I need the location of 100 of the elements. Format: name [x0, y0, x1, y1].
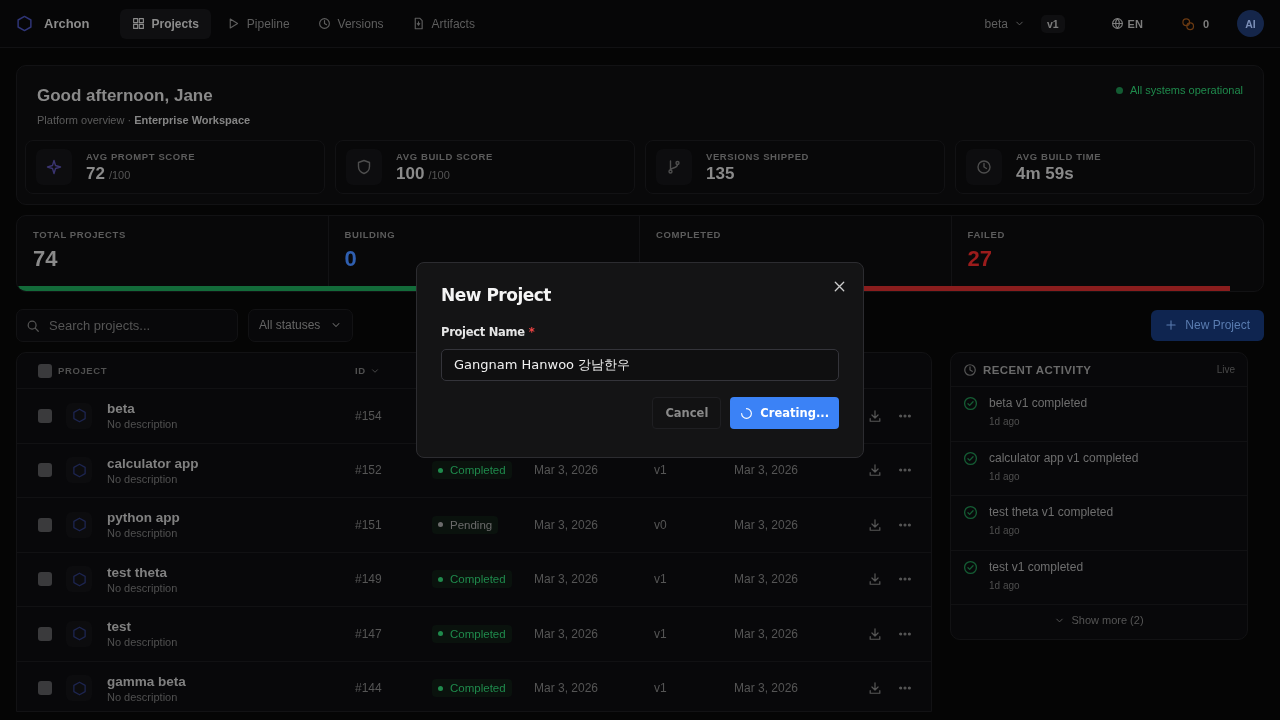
version-text: v1	[654, 681, 667, 696]
field-label: Project Name	[441, 325, 525, 339]
plus-icon	[1165, 319, 1178, 331]
language-button[interactable]: EN	[1102, 13, 1151, 34]
download-icon	[868, 463, 882, 478]
row-checkbox[interactable]	[38, 463, 52, 478]
project-id: #152	[355, 463, 382, 478]
stat-value: 135	[706, 163, 735, 184]
user-avatar[interactable]: AI	[1237, 10, 1264, 37]
greeting-heading: Good afternoon, Jane	[37, 86, 214, 106]
select-all-checkbox[interactable]	[38, 363, 52, 378]
activity-text: test theta v1 completed	[989, 505, 1114, 519]
nav-tab[interactable]: Versions	[305, 8, 396, 39]
search-field[interactable]: Search projects...	[16, 308, 238, 342]
hexagon-icon	[71, 626, 87, 642]
count-label: TOTAL PROJECTS	[33, 229, 127, 240]
project-id: #149	[355, 572, 382, 587]
project-name[interactable]: python app	[107, 510, 355, 526]
clock-icon	[963, 362, 977, 377]
show-more-button[interactable]: Show more (2)	[1048, 613, 1150, 627]
credits-button[interactable]: 0	[1172, 12, 1217, 35]
clock-icon	[976, 159, 992, 175]
hexagon-icon	[71, 462, 87, 478]
hexagon-icon	[71, 680, 87, 696]
row-checkbox[interactable]	[38, 408, 52, 423]
download-icon	[868, 517, 882, 532]
live-label: Live	[1216, 364, 1235, 375]
download-icon	[868, 408, 882, 423]
created-date: Mar 3, 2026	[534, 626, 599, 641]
clock-icon	[317, 17, 331, 30]
download-icon	[868, 681, 882, 696]
updated-date: Mar 3, 2026	[734, 626, 799, 641]
stat-label: AVG BUILD SCORE	[396, 150, 493, 162]
activity-text: calculator app v1 completed	[989, 450, 1139, 465]
project-name[interactable]: beta	[107, 401, 355, 417]
status-badge: Pending	[432, 515, 499, 534]
search-icon	[26, 318, 40, 333]
updated-date: Mar 3, 2026	[734, 681, 799, 696]
nav-tab[interactable]: Artifacts	[399, 8, 487, 39]
project-name-field[interactable]: Gangnam Hanwoo 강남한우	[441, 349, 839, 381]
globe-icon	[1110, 17, 1124, 30]
sparkle-icon	[46, 159, 62, 175]
activity-text: test v1 completed	[989, 559, 1084, 574]
project-name[interactable]: test theta	[107, 564, 355, 580]
nav-tab[interactable]: Projects	[119, 8, 211, 39]
count-value: 27	[967, 246, 993, 272]
activity-text: beta v1 completed	[989, 396, 1088, 410]
branch-icon	[666, 159, 682, 175]
close-icon	[832, 279, 847, 294]
stat-value: 100	[396, 163, 425, 184]
stat-value: 4m 59s	[1016, 163, 1074, 184]
count-value: 74	[33, 246, 59, 272]
status-filter[interactable]: All statuses	[248, 308, 354, 342]
create-button[interactable]: Creating...	[730, 397, 839, 429]
version-text: v1	[654, 463, 667, 478]
version-text: v1	[654, 572, 667, 587]
nav-tab[interactable]: Pipeline	[214, 8, 302, 39]
activity-time: 1d ago	[989, 525, 1021, 536]
close-button[interactable]	[832, 279, 847, 294]
project-id: #147	[355, 626, 382, 641]
project-id: #151	[355, 517, 382, 532]
project-name[interactable]: calculator app	[107, 455, 355, 471]
created-date: Mar 3, 2026	[534, 517, 599, 532]
check-circle-icon	[963, 559, 978, 575]
stat-label: AVG PROMPT SCORE	[86, 150, 196, 162]
column-header[interactable]: PROJECT	[58, 365, 108, 376]
download-icon	[868, 572, 882, 587]
created-date: Mar 3, 2026	[534, 681, 599, 696]
stat-suffix: /100	[428, 168, 450, 181]
count-label: FAILED	[967, 229, 1006, 240]
updated-date: Mar 3, 2026	[734, 517, 799, 532]
spinner-icon	[740, 406, 754, 420]
hexagon-icon	[71, 517, 87, 533]
status-badge: Completed	[432, 679, 512, 698]
status-badge: Completed	[432, 461, 512, 480]
version-badge: v1	[1040, 14, 1065, 33]
row-checkbox[interactable]	[38, 681, 52, 696]
new-project-button[interactable]: New Project	[1151, 309, 1264, 341]
updated-date: Mar 3, 2026	[734, 572, 799, 587]
required-mark: *	[528, 325, 535, 339]
column-header[interactable]: ID	[355, 365, 380, 376]
project-name[interactable]: gamma beta	[107, 673, 355, 689]
project-name[interactable]: test	[107, 619, 355, 635]
cancel-button[interactable]: Cancel	[652, 397, 722, 429]
hexagon-icon	[71, 408, 87, 424]
row-checkbox[interactable]	[38, 517, 52, 532]
project-description: No description	[107, 690, 179, 703]
version-text: v1	[654, 626, 667, 641]
project-description: No description	[107, 636, 179, 649]
created-date: Mar 3, 2026	[534, 463, 599, 478]
panel-title: RECENT ACTIVITY	[983, 363, 1092, 376]
project-id: #154	[355, 408, 382, 423]
environment-selector[interactable]: beta	[978, 15, 1031, 32]
created-date: Mar 3, 2026	[534, 572, 599, 587]
row-checkbox[interactable]	[38, 572, 52, 587]
stat-suffix: /100	[108, 168, 131, 181]
status-badge: Completed	[432, 624, 512, 643]
project-description: No description	[107, 527, 179, 540]
stat-label: VERSIONS SHIPPED	[706, 150, 810, 162]
row-checkbox[interactable]	[38, 626, 52, 641]
